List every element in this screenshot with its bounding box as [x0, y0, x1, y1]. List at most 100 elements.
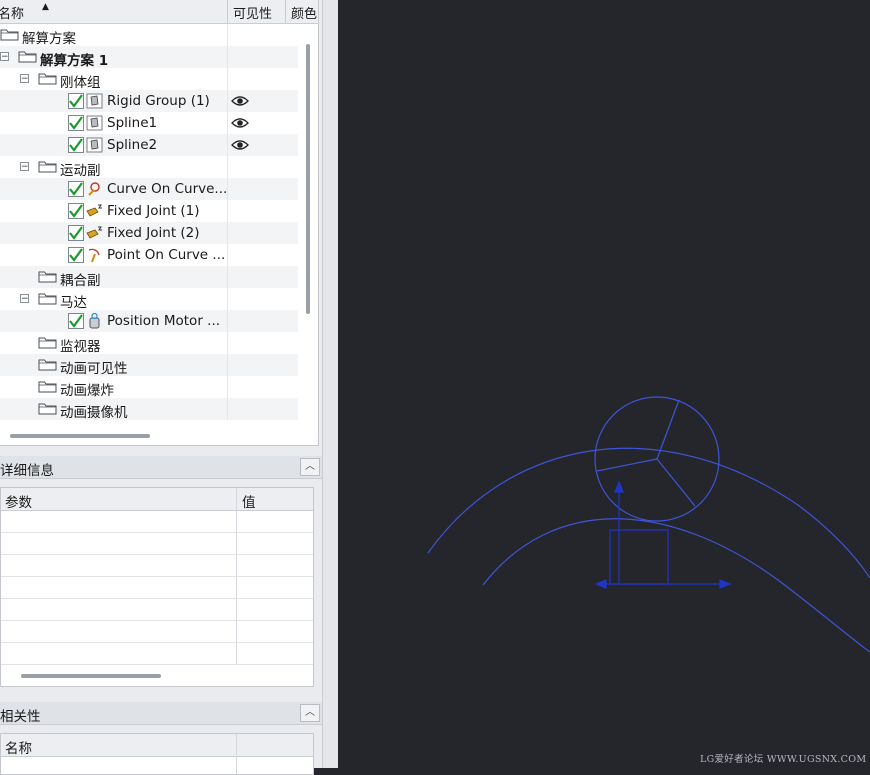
folder-icon [38, 292, 58, 305]
tree-node-label: 马达 [60, 295, 87, 311]
checkbox[interactable] [68, 247, 84, 263]
tree-header: 名称 ▲ 可见性 颜色 [0, 0, 318, 24]
column-visibility-header[interactable]: 可见性 [233, 3, 272, 22]
tree-node-label: 动画摄像机 [60, 405, 128, 421]
tree-vertical-scroll-thumb[interactable] [306, 44, 310, 314]
tree-node-label: Fixed Joint (2) [107, 225, 200, 241]
tree-row[interactable]: Fixed Joint (2) [0, 222, 298, 244]
tree-node-label: Fixed Joint (1) [107, 203, 200, 219]
body-icon [86, 93, 103, 109]
tree-row[interactable]: − 运动副 [0, 156, 298, 179]
folder-icon [18, 50, 38, 63]
tree-node-label: Spline1 [107, 115, 158, 131]
watermark: LG爱好者论坛 WWW.UGSNX.COM [700, 754, 867, 765]
tree-node-label: 运动副 [60, 163, 101, 179]
tree-node-label: Curve On Curve... [107, 181, 228, 197]
details-horizontal-scroll-thumb[interactable] [21, 674, 161, 678]
graphics-canvas [427, 396, 870, 653]
tree-row[interactable]: Point On Curve ... [0, 244, 298, 266]
tree-node-label: 耦合副 [60, 273, 101, 289]
tree-horizontal-scroll-thumb[interactable] [10, 434, 150, 438]
navigator-panel: 名称 ▲ 可见性 颜色 −解算方案−解算方案 1−刚体组Rigid Group … [0, 0, 322, 775]
collapse-dependencies-icon[interactable]: ︿ [300, 704, 320, 722]
joint-icon [86, 181, 103, 197]
axis-x-arrow [719, 579, 732, 589]
motion-navigator-tree[interactable]: 名称 ▲ 可见性 颜色 −解算方案−解算方案 1−刚体组Rigid Group … [0, 0, 319, 446]
details-section-header[interactable]: 详细信息 ︿ [0, 456, 322, 479]
spline2-curve [482, 518, 870, 653]
folder-icon [0, 28, 20, 41]
wheel-spoke-1 [656, 399, 680, 460]
axis-origin-arrow [594, 579, 607, 589]
tree-node-label: 解算方案 [22, 31, 76, 47]
axis-y-arrow [614, 480, 624, 493]
tree-row[interactable]: 动画摄像机 [0, 398, 298, 421]
folder-icon [38, 336, 58, 349]
wheel-spoke-2 [596, 458, 658, 472]
column-color-header[interactable]: 颜色 [291, 3, 317, 22]
panel-splitter[interactable] [322, 0, 339, 768]
dependencies-title: 相关性 [0, 709, 41, 725]
graphics-window[interactable] [338, 0, 870, 768]
folder-icon [38, 270, 58, 283]
collapse-details-icon[interactable]: ︿ [300, 458, 320, 476]
tree-row[interactable]: − 刚体组 [0, 68, 298, 91]
tree-node-label: 刚体组 [60, 75, 101, 91]
folder-icon [38, 358, 58, 371]
tree-row[interactable]: Position Motor ... [0, 310, 298, 332]
value-column-header[interactable]: 值 [242, 491, 256, 511]
param-column-header[interactable]: 参数 [5, 491, 32, 511]
details-grid[interactable]: 参数 值 [0, 487, 314, 687]
details-title: 详细信息 [0, 463, 54, 479]
tree-row[interactable]: 动画爆炸 [0, 376, 298, 399]
tree-row[interactable]: Fixed Joint (1) [0, 200, 298, 222]
tree-row[interactable]: Spline2 [0, 134, 298, 156]
visibility-eye-icon[interactable] [231, 116, 249, 130]
tree-row[interactable]: 耦合副 [0, 266, 298, 289]
folder-icon [38, 402, 58, 415]
folder-icon [38, 72, 58, 85]
collapse-toggle-icon[interactable]: − [20, 162, 29, 172]
tree-node-label: 监视器 [60, 339, 101, 355]
dependencies-grid[interactable]: 名称 [0, 733, 314, 775]
collapse-toggle-icon[interactable]: − [20, 294, 29, 304]
tree-row[interactable]: Curve On Curve... [0, 178, 298, 200]
tree-node-label: 动画爆炸 [60, 383, 114, 399]
checkbox[interactable] [68, 137, 84, 153]
tree-row[interactable]: 动画可见性 [0, 354, 298, 377]
body-icon [86, 115, 103, 131]
visibility-eye-icon[interactable] [231, 138, 249, 152]
dep-name-column-header[interactable]: 名称 [5, 737, 32, 757]
checkbox[interactable] [68, 93, 84, 109]
tree-row[interactable]: − 解算方案 1 [0, 46, 298, 69]
folder-icon [38, 160, 58, 173]
collapse-toggle-icon[interactable]: − [0, 52, 9, 62]
fixed-icon [86, 225, 103, 241]
tree-row[interactable]: −解算方案 [0, 24, 298, 47]
spline1-curve [427, 447, 870, 579]
dependencies-section-header[interactable]: 相关性 ︿ [0, 702, 322, 725]
folder-icon [38, 380, 58, 393]
dependencies-grid-header: 名称 [1, 734, 313, 757]
tree-row[interactable]: Rigid Group (1) [0, 90, 298, 112]
collapse-toggle-icon[interactable]: − [20, 74, 29, 84]
details-grid-header: 参数 值 [1, 488, 313, 511]
fixed-icon [86, 203, 103, 219]
checkbox[interactable] [68, 181, 84, 197]
tree-node-label: Spline2 [107, 137, 158, 153]
checkbox[interactable] [68, 115, 84, 131]
checkbox[interactable] [68, 203, 84, 219]
column-name-header[interactable]: 名称 [0, 3, 24, 22]
checkbox[interactable] [68, 225, 84, 241]
visibility-eye-icon[interactable] [231, 94, 249, 108]
body-icon [86, 137, 103, 153]
sort-ascending-icon: ▲ [42, 2, 49, 12]
tree-row[interactable]: Spline1 [0, 112, 298, 134]
tree-row[interactable]: − 马达 [0, 288, 298, 311]
tree-node-label: Point On Curve ... [107, 247, 226, 263]
tree-node-label: 动画可见性 [60, 361, 128, 377]
wheel-spoke-3 [656, 458, 696, 507]
checkbox[interactable] [68, 313, 84, 329]
tree-row[interactable]: 监视器 [0, 332, 298, 355]
tree-node-label: Position Motor ... [107, 313, 221, 329]
